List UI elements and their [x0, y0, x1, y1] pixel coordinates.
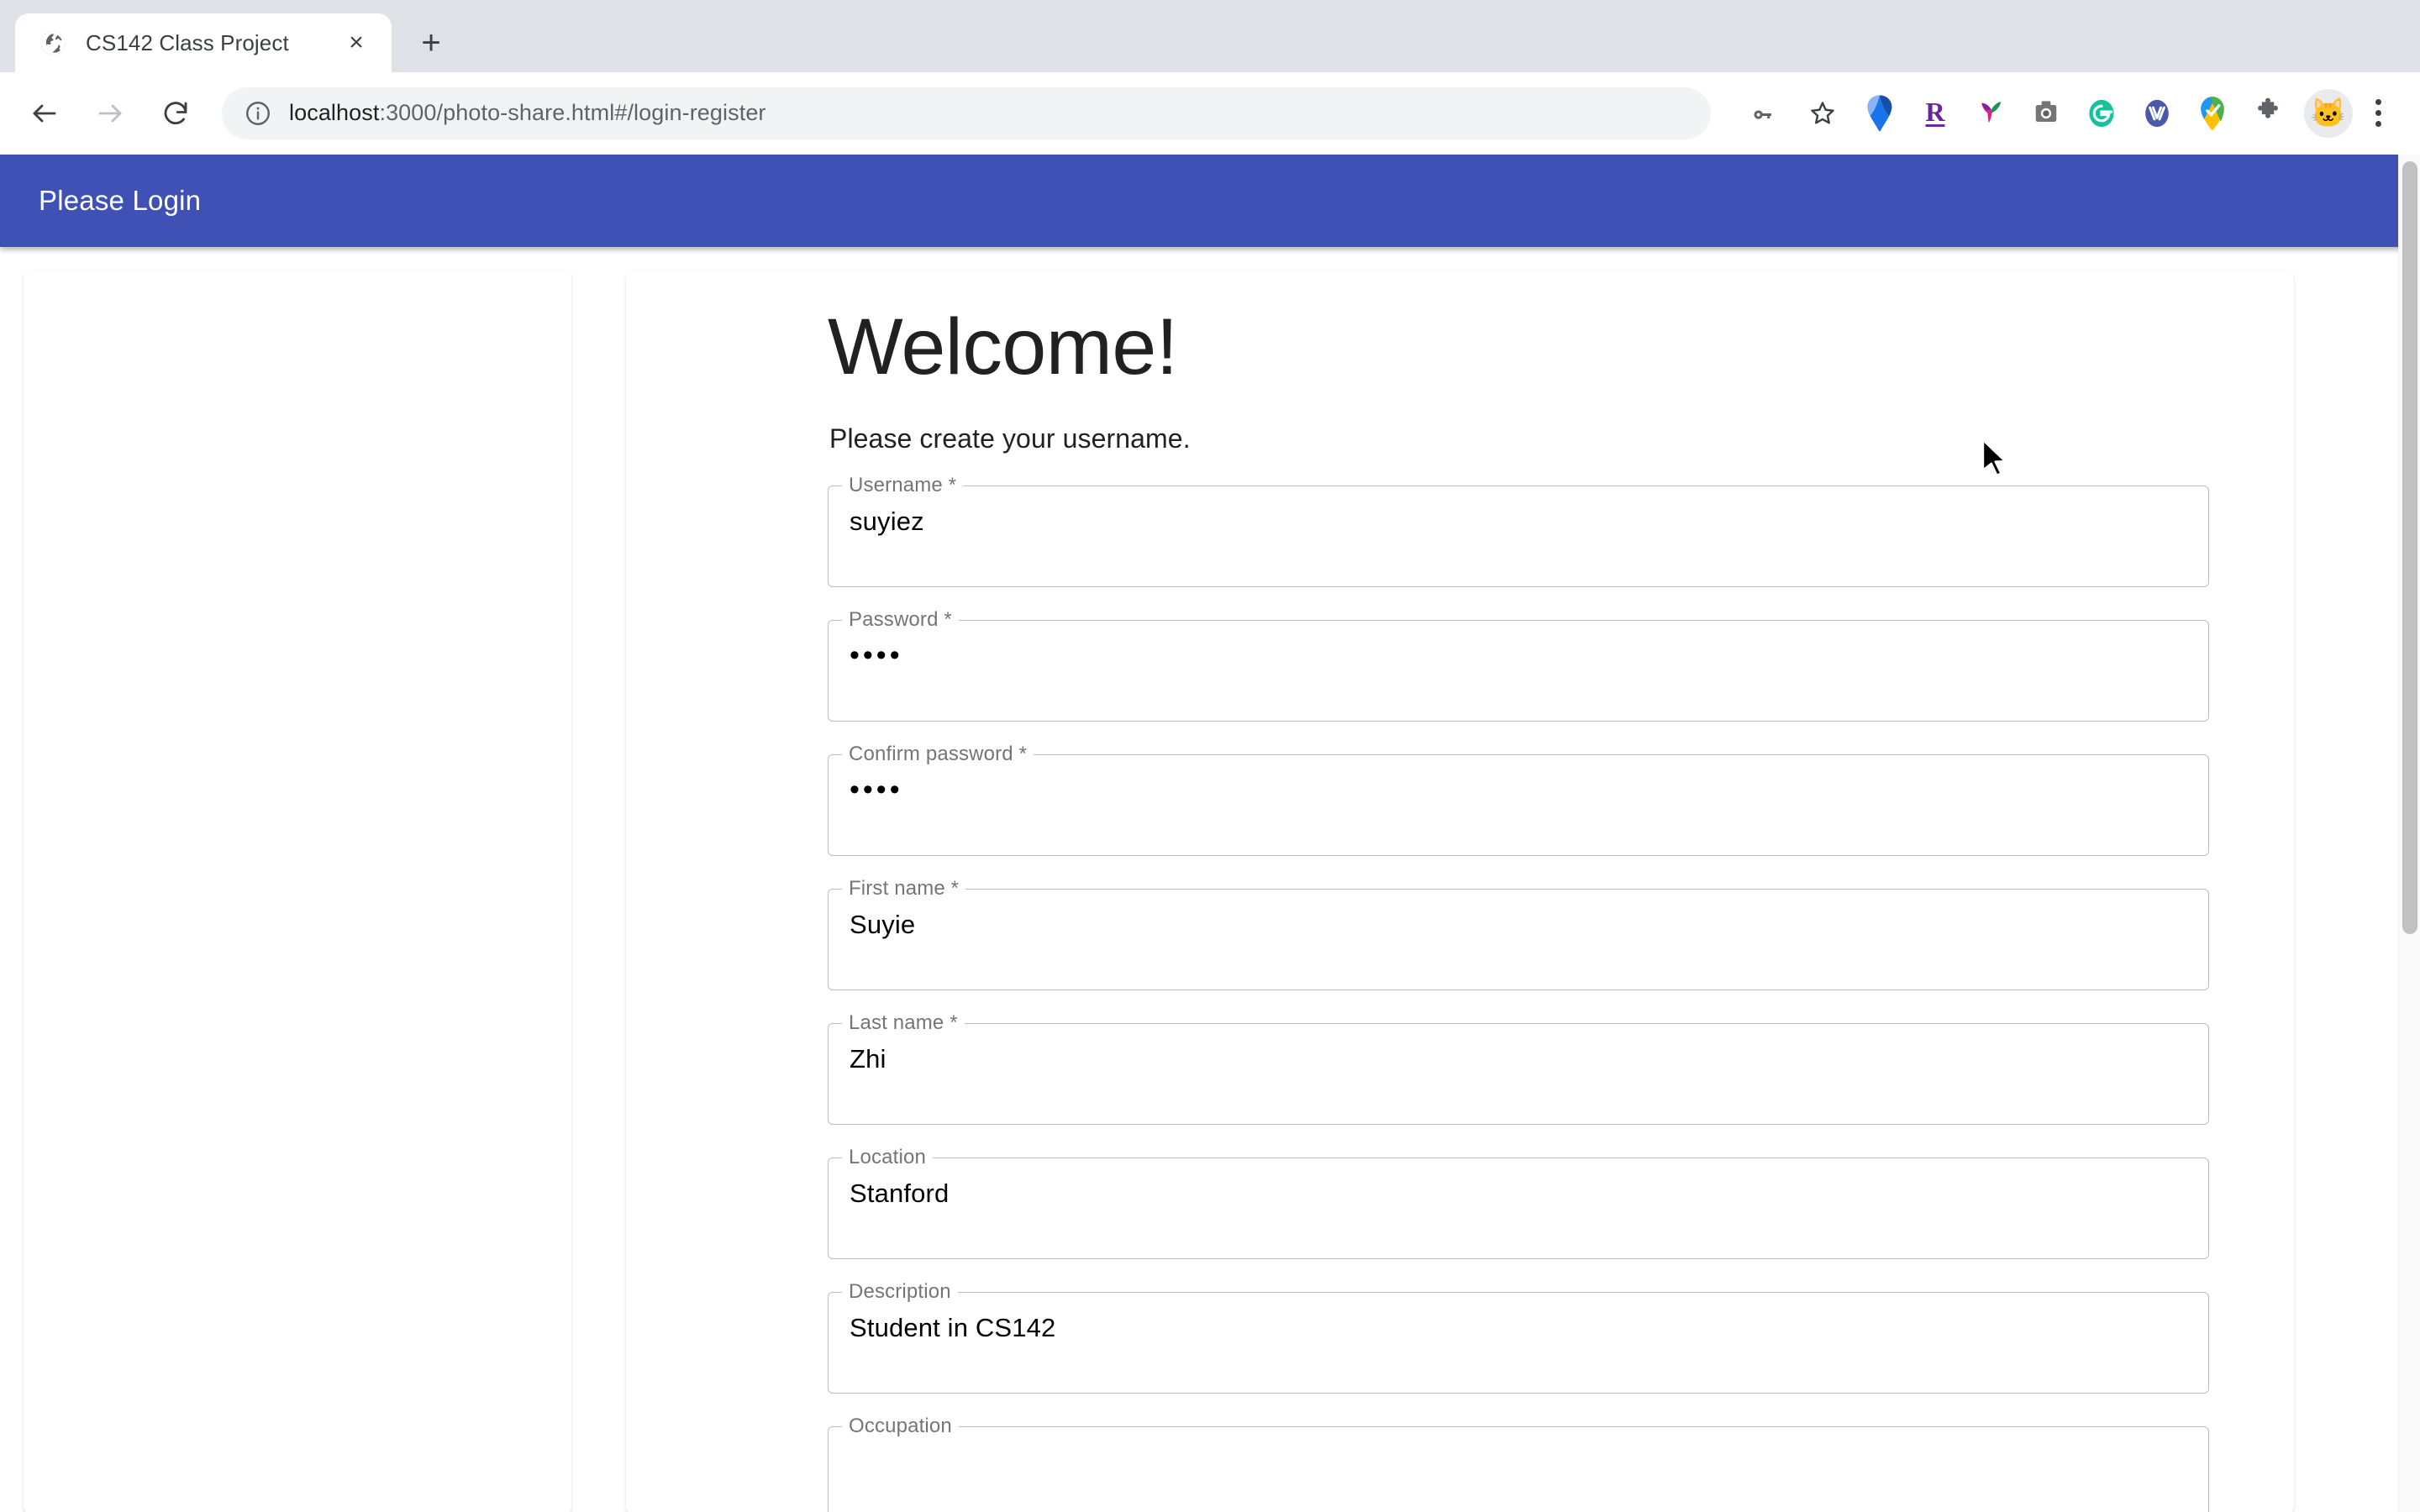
username-label: Username * — [849, 474, 957, 497]
omnibox-actions — [1734, 86, 1852, 141]
password-value: •••• — [850, 639, 903, 672]
password-key-icon[interactable] — [1736, 86, 1791, 141]
password-field[interactable]: Password * •••• — [828, 610, 2209, 722]
register-form: Welcome! Please create your username. Us… — [626, 302, 2294, 1512]
location-label: Location — [849, 1146, 926, 1169]
bookmark-star-icon[interactable] — [1795, 86, 1850, 141]
description-label: Description — [849, 1280, 951, 1304]
extensions-row: R — [1852, 87, 2296, 139]
extension-icon-vimium[interactable] — [2133, 87, 2181, 139]
occupation-field-outline: Occupation — [828, 1416, 2209, 1512]
url-text: localhost:3000/photo-share.html#/login-r… — [289, 100, 766, 126]
last-name-value: Zhi — [850, 1044, 886, 1074]
menu-dot — [2375, 110, 2381, 116]
url-host: localhost — [289, 100, 380, 125]
address-bar[interactable]: localhost:3000/photo-share.html#/login-r… — [222, 87, 1711, 139]
location-field[interactable]: Location Stanford — [828, 1147, 2209, 1260]
menu-dot — [2375, 99, 2381, 105]
confirm-password-value: •••• — [850, 774, 903, 806]
confirm-password-label: Confirm password * — [849, 743, 1028, 766]
location-field-outline: Location — [828, 1146, 2209, 1260]
extension-icon-colorful-drop[interactable] — [2189, 87, 2236, 139]
page-scrollbar[interactable] — [2398, 155, 2420, 1512]
back-icon[interactable] — [17, 86, 72, 141]
occupation-field[interactable]: Occupation — [828, 1416, 2209, 1512]
extension-icon-puzzle[interactable] — [2244, 87, 2291, 139]
extension-icon-grammarly[interactable] — [2078, 87, 2125, 139]
new-tab-button[interactable]: + — [405, 17, 457, 69]
tab-strip: CS142 Class Project × + — [0, 0, 2420, 72]
sidebar-panel — [24, 270, 571, 1512]
confirm-password-field-outline: Confirm password * — [828, 743, 2209, 857]
first-name-field[interactable]: First name * Suyie — [828, 879, 2209, 991]
page-subtitle: Please create your username. — [829, 423, 1191, 454]
description-value: Student in CS142 — [850, 1313, 1056, 1343]
app-title: Please Login — [39, 185, 202, 216]
confirm-password-field[interactable]: Confirm password * •••• — [828, 744, 2209, 857]
first-name-field-outline: First name * — [828, 877, 2209, 991]
svg-text:R: R — [1925, 97, 1945, 127]
globe-icon — [39, 29, 67, 57]
password-label: Password * — [849, 608, 952, 632]
occupation-label: Occupation — [849, 1415, 952, 1438]
username-field-outline: Username * — [828, 474, 2209, 588]
page-viewport: Please Login Welcome! Please create your… — [0, 155, 2420, 1512]
browser-window: CS142 Class Project × + localhost:3000/p… — [0, 0, 2420, 1512]
last-name-field-outline: Last name * — [828, 1011, 2209, 1126]
last-name-field[interactable]: Last name * Zhi — [828, 1013, 2209, 1126]
info-circle-icon[interactable] — [244, 99, 272, 128]
extension-icon-blue-pin[interactable] — [1856, 87, 1903, 139]
profile-avatar[interactable]: 🐱 — [2304, 88, 2353, 138]
first-name-label: First name * — [849, 877, 960, 900]
menu-dot — [2375, 121, 2381, 127]
extension-icon-camera[interactable] — [2023, 87, 2070, 139]
scrollbar-thumb[interactable] — [2402, 161, 2417, 934]
app-header-bar: Please Login — [0, 155, 2420, 247]
password-field-outline: Password * — [828, 610, 2209, 722]
page-content: Welcome! Please create your username. Us… — [0, 247, 2420, 1512]
chrome-menu-icon[interactable] — [2358, 87, 2398, 140]
first-name-value: Suyie — [850, 910, 916, 940]
description-field[interactable]: Description Student in CS142 — [828, 1282, 2209, 1394]
extension-icon-bird[interactable] — [1967, 87, 2014, 139]
extension-icon-letter-r[interactable]: R — [1912, 87, 1959, 139]
username-value: suyiez — [850, 507, 924, 537]
tab-title: CS142 Class Project — [86, 29, 289, 55]
main-panel: Welcome! Please create your username. Us… — [626, 270, 2294, 1512]
last-name-label: Last name * — [849, 1011, 958, 1035]
forward-icon[interactable] — [82, 86, 138, 141]
close-icon[interactable]: × — [339, 26, 373, 60]
username-field[interactable]: Username * suyiez — [828, 475, 2209, 588]
url-path: :3000/photo-share.html#/login-register — [379, 100, 766, 125]
browser-toolbar: localhost:3000/photo-share.html#/login-r… — [0, 72, 2420, 155]
location-value: Stanford — [850, 1179, 950, 1209]
browser-tab[interactable]: CS142 Class Project × — [15, 13, 392, 72]
reload-icon[interactable] — [148, 86, 203, 141]
page-title: Welcome! — [828, 302, 1178, 391]
